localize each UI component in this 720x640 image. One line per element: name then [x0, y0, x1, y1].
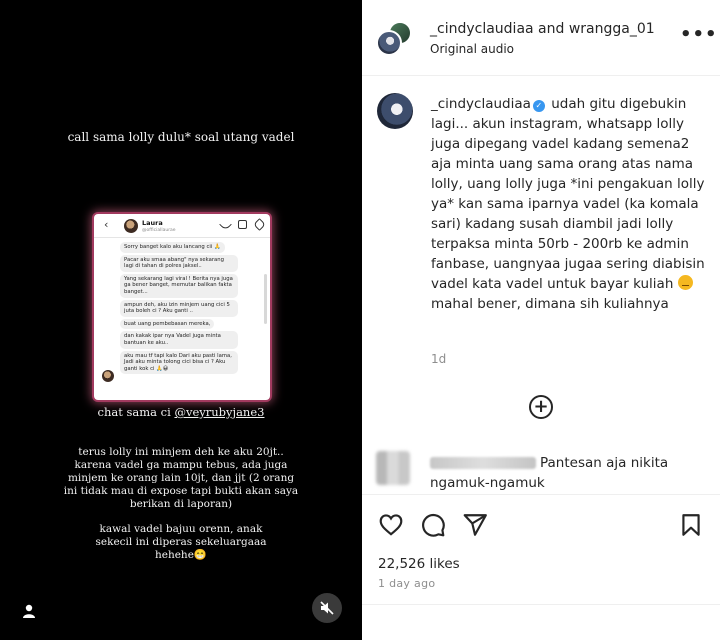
- likes-count[interactable]: 22,526 likes: [378, 556, 460, 572]
- chat-prefix: chat sama ci: [97, 405, 175, 419]
- caption-username[interactable]: _cindyclaudiaa: [431, 96, 531, 112]
- post-caption: _cindyclaudiaa ✓ udah gitu digebukin lagi…: [431, 94, 711, 314]
- load-more-comments-button[interactable]: +: [529, 395, 553, 419]
- chat-screenshot: ‹ Laura @officiallaurae Sorry banget kal…: [94, 214, 270, 400]
- story-text-debt: terus lolly ini minjem deh ke aku 20jt..…: [63, 446, 299, 510]
- chat-message: dan kakak ipar nya Vadel juga minta bant…: [120, 331, 238, 349]
- comment-text: Pantesan aja nikita: [540, 455, 669, 471]
- chat-messages: Sorry banget kalo aku lancang cii 🙏 Paca…: [94, 238, 270, 380]
- caption-avatar[interactable]: [377, 93, 413, 129]
- actions-divider: [362, 494, 720, 495]
- chat-message: buat uang pembebasan mereka,: [120, 318, 215, 330]
- chat-message: Pacar aku smaa abang" nya sekarang lagi …: [120, 254, 238, 272]
- back-arrow-icon: ‹: [104, 218, 109, 231]
- footer-divider: [362, 604, 720, 605]
- chat-username: @officiallaurae: [142, 228, 176, 233]
- more-options-icon[interactable]: •••: [680, 24, 718, 45]
- chat-message: ampun deh, aku izin minjem uang cici 5 j…: [120, 299, 238, 317]
- caption-text: udah gitu digebukin lagi... akun instagr…: [431, 96, 705, 292]
- post-sidebar: _cindyclaudiaa and wrangga_01 Original a…: [362, 0, 720, 640]
- caption-timestamp: 1d: [431, 352, 447, 366]
- story-text-guard: kawal vadel bajuu orenn, anak sekecil in…: [95, 523, 267, 561]
- chat-avatar: [124, 219, 138, 233]
- speaker-muted-icon: [320, 601, 334, 615]
- post-date: 1 day ago: [378, 577, 436, 590]
- share-icon[interactable]: [462, 512, 488, 538]
- comment-username-blurred[interactable]: [430, 457, 536, 469]
- chat-avatar-small: [102, 370, 114, 382]
- post-media[interactable]: call sama lolly dulu* soal utang vadel ‹…: [0, 0, 362, 640]
- comment-avatar[interactable]: [376, 451, 410, 485]
- mention-link[interactable]: @veyrubyjane3: [174, 405, 264, 419]
- audio-link[interactable]: Original audio: [430, 42, 514, 56]
- chat-message: aku mau tf tapi kalo Dari aku pasti lama…: [120, 350, 238, 375]
- video-icon: [238, 220, 247, 229]
- chat-message: Sorry banget kalo aku lancang cii 🙏: [120, 242, 225, 253]
- chat-message: Yang sekarang lagi viral ! Berita nya ju…: [120, 273, 238, 298]
- chat-scrollbar: [264, 274, 267, 324]
- mute-button[interactable]: [312, 593, 342, 623]
- verified-badge-icon: ✓: [532, 100, 545, 112]
- grimace-emoji-icon: [677, 275, 693, 290]
- comment-text-line2: ngamuk-ngamuk: [430, 475, 545, 491]
- chat-header: ‹ Laura @officiallaurae: [94, 214, 270, 238]
- phone-icon: [219, 218, 232, 231]
- user-tags-icon[interactable]: [20, 602, 38, 620]
- chat-name: Laura: [142, 219, 163, 227]
- bookmark-icon[interactable]: [678, 512, 704, 538]
- tag-icon: [253, 218, 266, 231]
- story-text-chat: chat sama ci @veyrubyjane3: [0, 405, 362, 419]
- post-authors[interactable]: _cindyclaudiaa and wrangga_01: [430, 21, 655, 37]
- comment-icon[interactable]: [420, 512, 446, 538]
- heart-icon[interactable]: [378, 512, 404, 538]
- story-text-top: call sama lolly dulu* soal utang vadel: [67, 130, 295, 144]
- post-header: _cindyclaudiaa and wrangga_01 Original a…: [362, 0, 720, 76]
- author-avatar[interactable]: [376, 30, 402, 56]
- caption-text-end: mahal bener, dimana sih kuliahnya: [431, 296, 669, 312]
